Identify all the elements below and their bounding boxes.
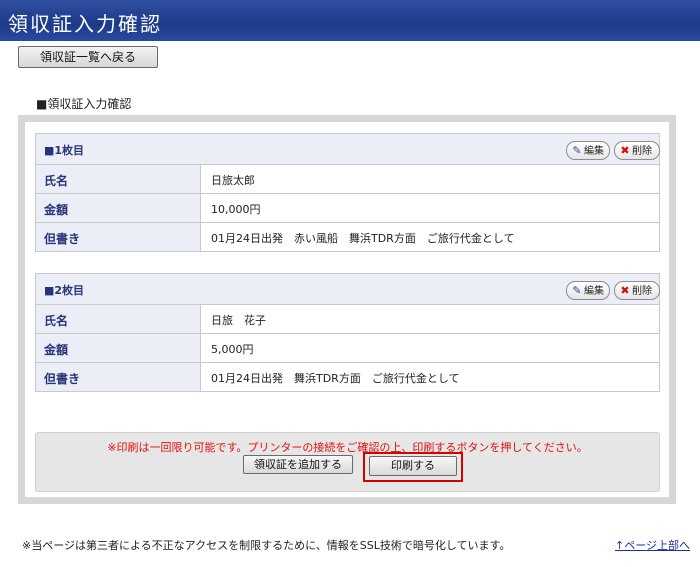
print-button[interactable]: 印刷する bbox=[369, 456, 457, 476]
table-row: 金額 5,000円 bbox=[36, 334, 659, 363]
card-header: ■2枚目 ✎ 編集 ✖ 削除 bbox=[36, 274, 660, 305]
receipt-panel: ■1枚目 ✎ 編集 ✖ 削除 氏名 日旅太郎 金額 10,000円 但書き 01月2… bbox=[18, 115, 676, 504]
print-action-box: ※印刷は一回限り可能です。プリンターの接続をご確認の上、印刷するボタンを押してく… bbox=[35, 432, 660, 492]
row-label-amount: 金額 bbox=[44, 203, 69, 217]
edit-label: 編集 bbox=[584, 286, 604, 297]
row-label-note: 但書き bbox=[44, 232, 81, 246]
receipt-card-1: ■1枚目 ✎ 編集 ✖ 削除 氏名 日旅太郎 金額 10,000円 但書き 01月2… bbox=[35, 133, 660, 252]
row-label-name: 氏名 bbox=[44, 314, 69, 328]
row-label-name: 氏名 bbox=[44, 174, 69, 188]
edit-button[interactable]: ✎ 編集 bbox=[566, 141, 610, 160]
delete-button[interactable]: ✖ 削除 bbox=[614, 281, 660, 300]
page-title: 領収証入力確認 bbox=[8, 12, 162, 36]
delete-label: 削除 bbox=[632, 286, 652, 297]
table-row: 氏名 日旅 花子 bbox=[36, 305, 659, 334]
x-icon: ✖ bbox=[620, 144, 630, 157]
delete-label: 削除 bbox=[632, 146, 652, 157]
print-button-highlight: 印刷する bbox=[363, 452, 463, 482]
table-row: 但書き 01月24日出発 赤い風船 舞浜TDR方面 ご旅行代金として bbox=[36, 223, 659, 251]
section-label: ■領収証入力確認 bbox=[36, 97, 132, 111]
row-label-note: 但書き bbox=[44, 372, 81, 386]
back-to-list-button[interactable]: 領収証一覧へ戻る bbox=[18, 46, 158, 68]
receipt-panel-inner: ■1枚目 ✎ 編集 ✖ 削除 氏名 日旅太郎 金額 10,000円 但書き 01月2… bbox=[25, 122, 669, 497]
card-title: ■2枚目 bbox=[44, 284, 85, 297]
page-top-link[interactable]: ↑ページ上部へ bbox=[615, 537, 690, 553]
row-value-note: 01月24日出発 舞浜TDR方面 ご旅行代金として bbox=[211, 372, 460, 385]
row-value-note: 01月24日出発 赤い風船 舞浜TDR方面 ご旅行代金として bbox=[211, 232, 515, 245]
row-value-amount: 10,000円 bbox=[211, 203, 261, 216]
table-row: 氏名 日旅太郎 bbox=[36, 165, 659, 194]
receipt-card-2: ■2枚目 ✎ 編集 ✖ 削除 氏名 日旅 花子 金額 5,000円 但書き 01月2… bbox=[35, 273, 660, 392]
card-header: ■1枚目 ✎ 編集 ✖ 削除 bbox=[36, 134, 660, 165]
print-notice: ※印刷は一回限り可能です。プリンターの接続をご確認の上、印刷するボタンを押してく… bbox=[107, 441, 588, 454]
table-row: 金額 10,000円 bbox=[36, 194, 659, 223]
title-bar: 領収証入力確認 bbox=[0, 0, 700, 41]
delete-button[interactable]: ✖ 削除 bbox=[614, 141, 660, 160]
ssl-notice: ※当ページは第三者による不正なアクセスを制限するために、情報をSSL技術で暗号化… bbox=[22, 539, 511, 552]
pencil-icon: ✎ bbox=[572, 144, 582, 157]
table-row: 但書き 01月24日出発 舞浜TDR方面 ご旅行代金として bbox=[36, 363, 659, 391]
row-label-amount: 金額 bbox=[44, 343, 69, 357]
pencil-icon: ✎ bbox=[572, 284, 582, 297]
row-value-name: 日旅太郎 bbox=[211, 174, 255, 187]
row-value-amount: 5,000円 bbox=[211, 343, 254, 356]
x-icon: ✖ bbox=[620, 284, 630, 297]
add-receipt-button[interactable]: 領収証を追加する bbox=[243, 455, 353, 474]
row-value-name: 日旅 花子 bbox=[211, 314, 266, 327]
card-title: ■1枚目 bbox=[44, 144, 85, 157]
edit-label: 編集 bbox=[584, 146, 604, 157]
edit-button[interactable]: ✎ 編集 bbox=[566, 281, 610, 300]
